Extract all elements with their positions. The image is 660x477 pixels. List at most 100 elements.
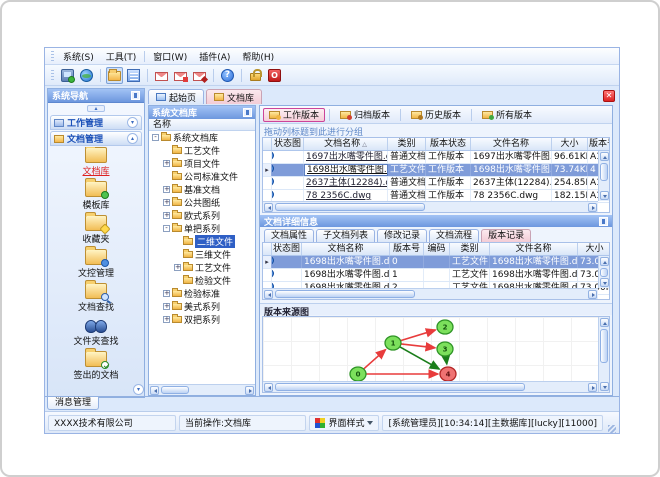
scrollbar-thumb[interactable] [161, 386, 189, 394]
tree-node-12[interactable]: 检验文件 [149, 274, 255, 287]
column-header-3[interactable]: 版本号 [390, 243, 424, 255]
scrollbar-thumb[interactable] [600, 268, 608, 277]
version-filter-button-2[interactable]: 归档版本 [334, 108, 396, 122]
version-filter-button-3[interactable]: 历史版本 [405, 108, 467, 122]
expand-icon[interactable]: + [163, 199, 170, 206]
lock-button[interactable] [247, 67, 264, 84]
sidebar-item-1[interactable]: 文档库 [48, 147, 144, 181]
scroll-right-icon[interactable] [245, 385, 254, 395]
graph-vertical-scrollbar[interactable] [598, 317, 609, 392]
tab-start-page[interactable]: 起始页 [148, 89, 205, 104]
tab-document-library[interactable]: 文档库 [206, 89, 263, 104]
column-header-1[interactable]: 状态图 [272, 243, 302, 255]
scroll-left-icon[interactable] [264, 289, 273, 299]
column-header-1[interactable]: 状态图 [272, 138, 304, 150]
tree-node-5[interactable]: + 基准文档 [149, 183, 255, 196]
sidebar-item-2[interactable]: 模板库 [48, 178, 144, 215]
scrollbar-thumb[interactable] [275, 383, 525, 391]
grid-horizontal-scrollbar[interactable] [263, 288, 598, 299]
table-row[interactable]: ▸1698出水嘴零件图.dwg工艺文件工作版本1698出水嘴零件图.dwg73.… [263, 164, 609, 177]
close-tab-icon[interactable]: ✕ [603, 90, 615, 102]
expand-icon[interactable]: + [163, 186, 170, 193]
chevron-up-icon[interactable]: ▴ [127, 133, 138, 144]
chevron-down-icon[interactable]: ▾ [127, 117, 138, 128]
open-folder-button[interactable] [106, 66, 123, 84]
message-manager-tab[interactable]: 消息管理 [47, 397, 99, 410]
expand-icon[interactable]: + [174, 264, 181, 271]
expand-icon[interactable]: + [163, 160, 170, 167]
detail-tab-5[interactable]: 版本记录 [481, 229, 532, 242]
detail-tab-2[interactable]: 子文档列表 [316, 229, 376, 242]
tree-node-6[interactable]: + 公共图纸 [149, 196, 255, 209]
exit-button[interactable]: O [266, 67, 283, 84]
scroll-up-icon[interactable] [599, 257, 609, 266]
tree-node-7[interactable]: + 欧式系列 [149, 209, 255, 222]
table-row[interactable]: 1698出水嘴零件图.dwg1工艺文件1698出水嘴零件图.dwg73.00KB… [263, 269, 609, 282]
expand-icon[interactable]: + [163, 290, 170, 297]
column-header-3[interactable]: 类别 [388, 138, 426, 150]
scroll-right-icon[interactable] [588, 382, 597, 392]
version-node-2[interactable]: 2 [436, 319, 454, 335]
scroll-down-icon[interactable] [599, 382, 609, 391]
detail-tab-4[interactable]: 文档流程 [429, 229, 480, 242]
menu-item-3[interactable]: 插件(A) [193, 48, 236, 65]
expand-icon[interactable]: + [163, 212, 170, 219]
tree-node-10[interactable]: 三维文件 [149, 248, 255, 261]
scroll-down-icon[interactable] [599, 191, 609, 200]
mail-delete-button[interactable] [191, 67, 208, 84]
expand-icon[interactable]: + [163, 316, 170, 323]
collapse-icon[interactable]: - [152, 134, 159, 141]
folder-view-button[interactable] [125, 67, 142, 84]
mail-send-button[interactable] [172, 67, 189, 84]
scroll-right-icon[interactable] [588, 202, 597, 212]
column-header-4[interactable]: 编码 [424, 243, 450, 255]
grid-vertical-scrollbar[interactable] [598, 256, 609, 288]
chevron-up-icon[interactable]: ▴ [87, 105, 105, 112]
tree-node-11[interactable]: + 工艺文件 [149, 261, 255, 274]
graph-horizontal-scrollbar[interactable] [263, 381, 598, 392]
column-header-5[interactable]: 文件名称 [471, 138, 552, 150]
globe-button[interactable] [78, 67, 95, 84]
column-header-7[interactable]: 大小 [578, 243, 609, 255]
table-row[interactable]: 1697出水嘴零件图.dwg普通文档工作版本1697出水嘴零件图.dwg96.6… [263, 151, 609, 164]
tree-node-2[interactable]: 工艺文件 [149, 144, 255, 157]
column-header-2[interactable]: 文档名称 [302, 243, 390, 255]
tree-node-9[interactable]: 二维文件 [149, 235, 255, 248]
computer-button[interactable] [59, 67, 76, 84]
scrollbar-thumb[interactable] [600, 163, 608, 181]
table-row[interactable]: 2637主体(12284).dwg普通文档工作版本2637主体(12284).d… [263, 177, 609, 190]
column-header-2[interactable]: 文档名称 △ [304, 138, 388, 150]
tree-node-13[interactable]: + 检验标准 [149, 287, 255, 300]
resize-grip[interactable] [608, 425, 616, 433]
detail-tab-1[interactable]: 文档属性 [264, 229, 315, 242]
table-row[interactable]: ▸1698出水嘴零件图.dwg0工艺文件1698出水嘴零件图.dwg73.00K… [263, 256, 609, 269]
scroll-left-icon[interactable] [264, 382, 273, 392]
version-node-0[interactable]: 0 [349, 366, 367, 382]
sidebar-item-6[interactable]: 文件夹查找 [48, 317, 144, 351]
column-header-4[interactable]: 版本状态 [426, 138, 471, 150]
menu-item-0[interactable]: 系统(S) [57, 48, 100, 65]
chevron-down-icon[interactable]: ▾ [133, 384, 144, 395]
tree-node-14[interactable]: + 美式系列 [149, 300, 255, 313]
sidebar-item-5[interactable]: 文档查找 [48, 280, 144, 317]
scrollbar-thumb[interactable] [275, 203, 425, 211]
scrollbar-thumb[interactable] [600, 329, 608, 363]
tree-node-3[interactable]: + 项目文件 [149, 157, 255, 170]
expand-icon[interactable]: + [163, 303, 170, 310]
scroll-up-icon[interactable] [599, 152, 609, 161]
sidebar-item-3[interactable]: 收藏夹 [48, 212, 144, 249]
tree-node-1[interactable]: - 系统文档库 [149, 131, 255, 144]
mail-button[interactable] [153, 67, 170, 84]
sidebar-item-4[interactable]: 文控管理 [48, 246, 144, 283]
scrollbar-thumb[interactable] [275, 290, 415, 298]
version-filter-button-4[interactable]: 所有版本 [476, 108, 538, 122]
tree-node-15[interactable]: + 双把系列 [149, 313, 255, 326]
pin-icon[interactable] [599, 216, 608, 226]
menu-item-2[interactable]: 窗口(W) [147, 48, 193, 65]
sidebar-group-work[interactable]: 工作管理 ▾ [50, 115, 142, 130]
scroll-up-icon[interactable] [599, 318, 609, 327]
tree-node-8[interactable]: - 单把系列 [149, 222, 255, 235]
column-header-6[interactable]: 大小 [552, 138, 588, 150]
grid-horizontal-scrollbar[interactable] [263, 201, 598, 212]
version-node-3[interactable]: 3 [436, 341, 454, 357]
